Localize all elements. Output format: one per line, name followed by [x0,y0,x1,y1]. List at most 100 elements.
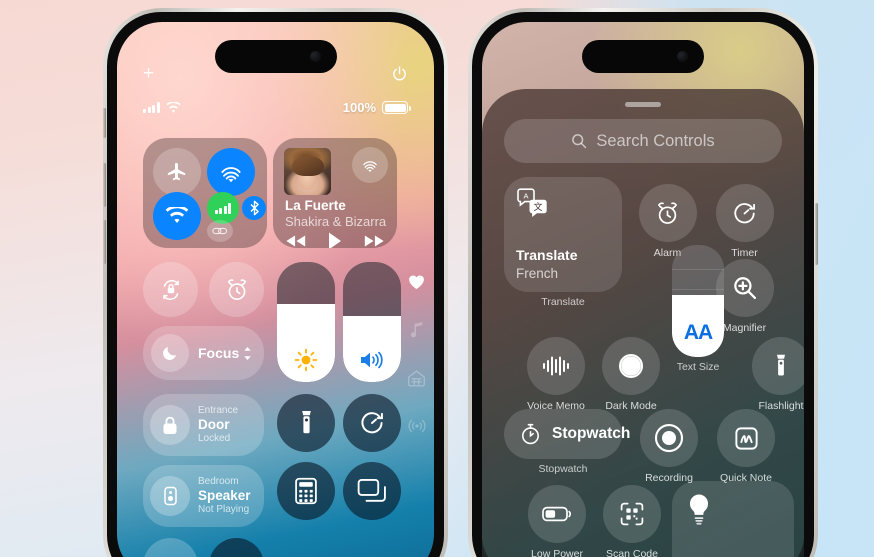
dynamic-island [582,40,704,73]
speaker-wave-icon [361,351,383,369]
accessory-status: Not Playing [198,504,250,516]
battery-percent-label: 100% [342,100,376,115]
sheet-grabber[interactable] [625,102,661,107]
translate-caption: Translate [541,296,585,308]
front-camera-lens [309,51,321,62]
sun-icon [294,348,318,372]
accessory-status: Locked [198,433,231,445]
track-artist: Shakira & Bizarra [285,214,387,229]
control-voice-memo[interactable]: Voice Memo [522,337,590,412]
page-indicators [407,274,426,434]
volume-slider[interactable] [343,262,401,382]
page-indicator-connectivity[interactable] [407,418,426,434]
focus-control[interactable]: Focus [143,326,264,380]
left-phone-screen: + 100% La Fuerte Shakira & Bizarra Focus… [117,22,434,557]
translate-control-tile[interactable]: A 文 Translate French [504,177,622,292]
power-side-button[interactable] [815,203,818,265]
play-icon[interactable] [327,232,343,248]
control-label: Magnifier [722,322,767,334]
cellular-data-toggle[interactable] [207,192,239,224]
translate-title: Translate [516,247,578,264]
magnifier-icon [715,259,774,317]
search-placeholder: Search Controls [596,131,715,150]
accessory-name: Door [198,416,230,432]
rewind-icon[interactable] [285,234,307,248]
text-size-label: Text Size [676,361,720,373]
homepod-speaker-icon [150,476,190,516]
timer-icon [715,184,774,242]
action-button[interactable] [103,108,106,138]
alarm-clock-icon [638,184,697,242]
page-indicator-home[interactable] [407,369,426,387]
airplane-mode-toggle[interactable] [153,148,201,196]
flashlight-icon [752,337,804,395]
scene-control-tile[interactable]: Scene or [672,481,794,557]
lightbulb-icon [686,493,712,527]
now-playing-module[interactable]: La Fuerte Shakira & Bizarra [273,138,397,248]
lock-icon [150,405,190,445]
front-camera-lens [677,51,688,62]
right-phone-device: Search Controls A 文 Translate French Tra… [468,8,818,557]
wifi-icon [165,101,181,114]
search-icon [572,134,587,149]
alarm-toggle[interactable] [209,262,264,317]
bottom-control-left[interactable] [143,538,198,557]
volume-up-button[interactable] [103,163,106,207]
add-control-icon[interactable]: + [143,64,154,83]
cellular-bars-icon [143,102,160,113]
personal-hotspot-toggle[interactable] [207,220,233,242]
calculator-toggle[interactable] [277,462,335,520]
power-icon[interactable] [391,65,408,82]
controls-gallery-sheet: Search Controls A 文 Translate French Tra… [482,89,804,557]
svg-text:文: 文 [533,201,542,212]
page-indicator-favorites[interactable] [408,274,425,290]
cellular-icon [214,202,232,214]
airplay-icon[interactable] [352,147,388,183]
control-scan-code[interactable]: Scan Code [597,485,667,557]
status-bar: 100% [117,100,434,115]
airdrop-toggle[interactable] [207,148,255,196]
volume-down-button[interactable] [103,220,106,264]
control-quick-note[interactable]: Quick Note [712,409,780,484]
accessory-room: Bedroom [198,476,239,488]
text-size-slider[interactable]: AA [672,245,724,357]
low-battery-icon [528,485,586,543]
track-title: La Fuerte [285,198,346,213]
translate-subtitle: French [516,265,559,281]
control-label: Timer [731,247,758,259]
connectivity-module[interactable] [143,138,267,248]
battery-full-icon [382,101,411,114]
control-timer[interactable]: Timer [712,184,777,259]
text-size-glyph: AA [683,321,713,344]
rotation-lock-toggle[interactable] [143,262,198,317]
record-dot-icon [640,409,698,467]
fast-forward-icon[interactable] [363,234,385,248]
screen-mirroring-toggle[interactable] [343,462,401,520]
chevron-up-down-icon [244,346,251,360]
flashlight-toggle[interactable] [277,394,335,452]
control-dark-mode[interactable]: Dark Mode [597,337,665,412]
search-controls-field[interactable]: Search Controls [504,119,782,163]
right-phone-screen: Search Controls A 文 Translate French Tra… [482,22,804,557]
wifi-toggle[interactable] [153,192,201,240]
stopwatch-icon [518,422,543,447]
svg-text:A: A [523,192,528,201]
timer-toggle[interactable] [343,394,401,452]
control-label: Scan Code [606,548,658,557]
accessory-room: Entrance [198,405,239,417]
stopwatch-caption: Stopwatch [538,463,588,475]
home-accessory-speaker[interactable]: Bedroom Speaker Not Playing [143,465,264,527]
home-accessory-door[interactable]: Entrance Door Locked [143,394,264,456]
moon-icon [151,334,189,372]
brightness-fill [277,304,335,382]
page-indicator-media[interactable] [409,321,424,338]
brightness-slider[interactable] [277,262,335,382]
waveform-icon [527,337,585,395]
control-stopwatch[interactable]: Stopwatch [504,409,630,459]
control-recording[interactable]: Recording [635,409,703,484]
control-center-top-row: + [117,64,434,83]
bluetooth-toggle[interactable] [242,196,266,220]
bottom-control-right[interactable] [209,538,264,557]
control-low-power-mode[interactable]: Low Power Mode [522,485,592,557]
control-flashlight[interactable]: Flashlight [747,337,804,412]
